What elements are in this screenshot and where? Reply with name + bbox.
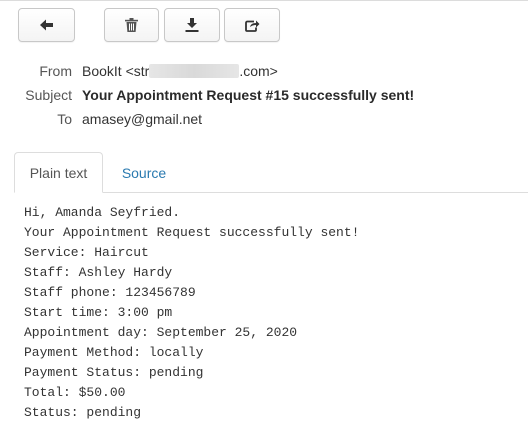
back-button[interactable] [18,8,75,42]
redacted-blur [149,64,240,78]
message-body: Hi, Amanda Seyfried. Your Appointment Re… [24,203,359,423]
to-label: To [57,111,72,127]
arrow-left-icon [39,19,54,31]
message-line: Your Appointment Request successfully se… [24,225,360,240]
to-value: amasey@gmail.net [82,111,203,127]
message-line: Payment Status: pending [24,365,204,380]
message-line: Staff: Ashley Hardy [24,265,173,280]
subject-value: Your Appointment Request #15 successfull… [82,87,415,103]
message-line: Hi, Amanda Seyfried. [24,205,181,220]
message-line: Total: $50.00 [24,385,126,400]
tab-source[interactable]: Source [106,152,182,193]
download-button[interactable] [164,8,220,42]
message-line: Service: Haircut [24,245,149,260]
message-line: Start time: 3:00 pm [24,305,173,320]
from-value-prefix: BookIt <str [82,63,150,79]
message-line: Status: pending [24,405,142,420]
from-value-suffix: .com> [239,63,278,79]
from-value: BookIt <str .com> [82,63,278,79]
message-line: Appointment day: September 25, 2020 [24,325,298,340]
message-line: Payment Method: locally [24,345,204,360]
top-divider [0,0,528,1]
subject-label: Subject [25,87,72,103]
share-icon [244,18,260,32]
delete-button[interactable] [104,8,159,42]
trash-icon [125,18,138,32]
message-line: Staff phone: 123456789 [24,285,196,300]
from-label: From [39,63,72,79]
share-button[interactable] [224,8,280,42]
tab-plain-text[interactable]: Plain text [14,152,103,193]
download-icon [185,18,199,32]
